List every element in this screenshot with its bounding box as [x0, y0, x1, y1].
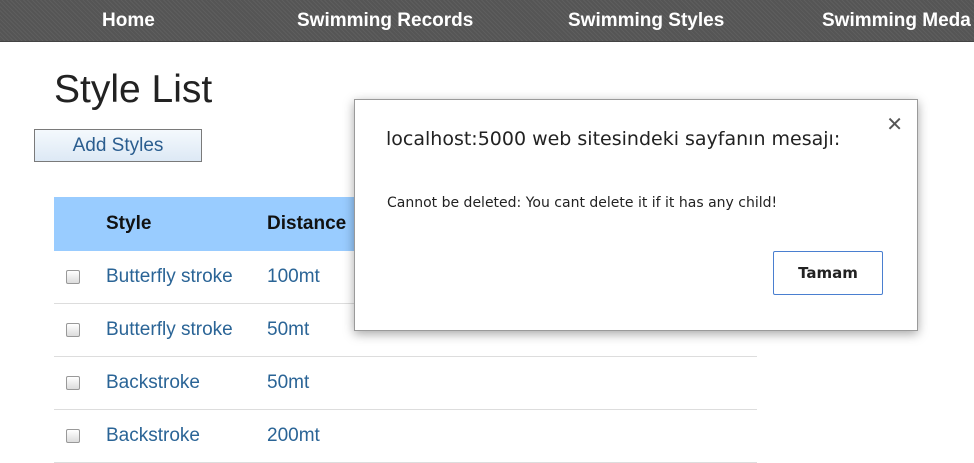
distance-value: 200mt [267, 425, 320, 446]
style-link[interactable]: Backstroke [106, 425, 200, 446]
style-link[interactable]: Butterfly stroke [106, 266, 233, 287]
nav-swimming-styles-link[interactable]: Swimming Styles [568, 10, 724, 32]
top-navbar: Home Swimming Records Swimming Styles Sw… [0, 0, 974, 42]
checkbox-cell [54, 356, 106, 410]
row-checkbox[interactable] [66, 375, 80, 390]
table-row: Backstroke 200mt [54, 409, 757, 463]
style-cell: Butterfly stroke [106, 251, 267, 304]
distance-value: 50mt [267, 372, 310, 393]
page-title: Style List [54, 68, 213, 111]
nav-swimming-medals-link[interactable]: Swimming Meda [822, 10, 971, 32]
alert-dialog: localhost:5000 web sitesindeki sayfanın … [354, 99, 918, 331]
style-cell: Backstroke [106, 356, 267, 410]
distance-value: 50mt [267, 319, 310, 340]
row-checkbox[interactable] [66, 269, 80, 284]
style-cell: Backstroke [106, 409, 267, 463]
distance-cell: 50mt [267, 356, 757, 410]
checkbox-cell [54, 303, 106, 357]
header-style: Style [106, 197, 267, 251]
distance-value: 100mt [267, 266, 320, 287]
dialog-title: localhost:5000 web sitesindeki sayfanın … [386, 128, 841, 150]
add-styles-button[interactable]: Add Styles [34, 129, 202, 162]
nav-home-link[interactable]: Home [102, 10, 155, 32]
dialog-message: Cannot be deleted: You cant delete it if… [387, 195, 778, 211]
distance-cell: 200mt [267, 409, 757, 463]
checkbox-cell [54, 409, 106, 463]
checkbox-cell [54, 251, 106, 304]
nav-swimming-records-link[interactable]: Swimming Records [297, 10, 473, 32]
row-checkbox[interactable] [66, 428, 80, 443]
header-checkbox-cell [54, 197, 106, 251]
row-checkbox[interactable] [66, 322, 80, 337]
style-cell: Butterfly stroke [106, 303, 267, 357]
style-link[interactable]: Butterfly stroke [106, 319, 233, 340]
close-icon[interactable]: ✕ [886, 114, 903, 134]
style-link[interactable]: Backstroke [106, 372, 200, 393]
ok-button[interactable]: Tamam [773, 251, 883, 295]
table-row: Backstroke 50mt [54, 356, 757, 410]
